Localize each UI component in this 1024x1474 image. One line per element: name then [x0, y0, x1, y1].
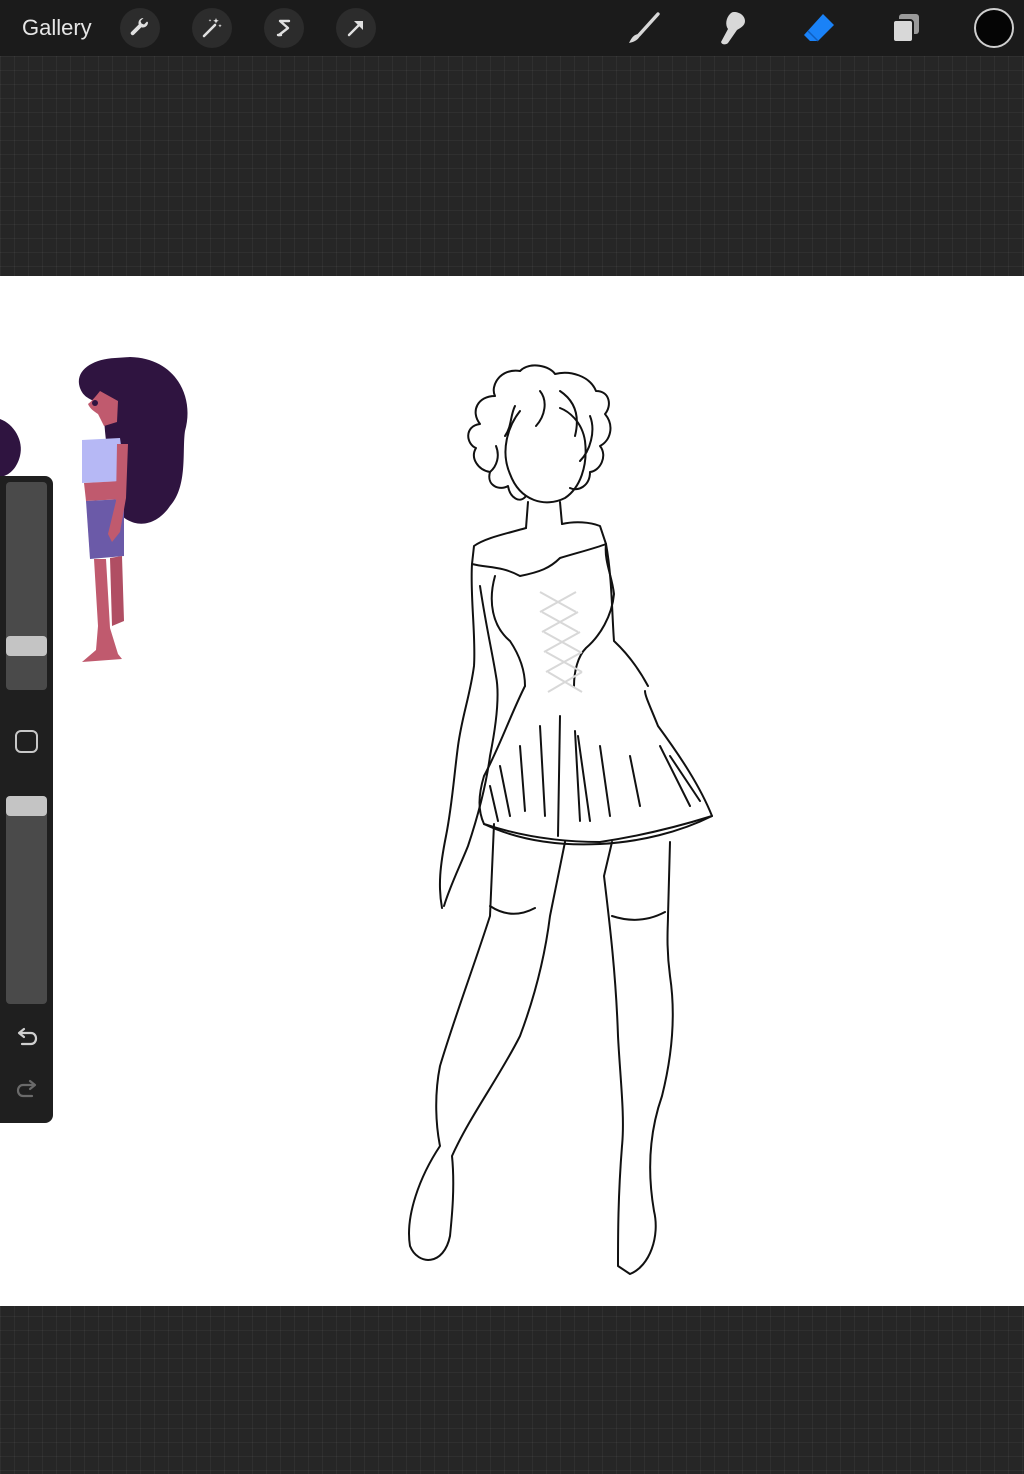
color-swatch-button[interactable]	[974, 8, 1014, 48]
magic-wand-icon	[202, 18, 222, 38]
brush-sidebar	[0, 476, 53, 1123]
selection-icon	[276, 19, 291, 37]
transform-button[interactable]	[336, 8, 376, 48]
modify-button[interactable]	[15, 730, 38, 753]
partial-reference-character	[0, 419, 21, 476]
eraser-icon	[804, 14, 834, 42]
drawing-canvas[interactable]	[0, 276, 1024, 1306]
smudge-icon	[721, 12, 745, 45]
wrench-icon	[130, 17, 148, 36]
top-toolbar: Gallery	[0, 0, 1024, 56]
brush-tool-button[interactable]	[622, 6, 666, 50]
smudge-tool-button[interactable]	[710, 6, 754, 50]
corset-lacing	[539, 591, 583, 693]
eraser-tool-button[interactable]	[797, 6, 841, 50]
brush-size-slider[interactable]	[6, 482, 47, 690]
brush-opacity-thumb[interactable]	[6, 796, 47, 816]
redo-icon	[16, 1079, 37, 1098]
brush-opacity-slider[interactable]	[6, 796, 47, 1004]
brush-size-thumb[interactable]	[6, 636, 47, 656]
actions-button[interactable]	[120, 8, 160, 48]
reference-character	[78, 357, 188, 662]
canvas-artwork	[0, 357, 713, 1275]
redo-button[interactable]	[12, 1074, 42, 1104]
brush-icon	[629, 12, 660, 43]
transform-arrow-icon	[347, 21, 363, 37]
layers-button[interactable]	[884, 6, 928, 50]
adjustments-button[interactable]	[192, 8, 232, 48]
layers-icon	[892, 14, 919, 43]
line-art-figure	[408, 364, 713, 1275]
gallery-button[interactable]: Gallery	[22, 14, 92, 42]
undo-icon	[17, 1027, 38, 1046]
undo-button[interactable]	[12, 1022, 42, 1052]
selection-button[interactable]	[264, 8, 304, 48]
